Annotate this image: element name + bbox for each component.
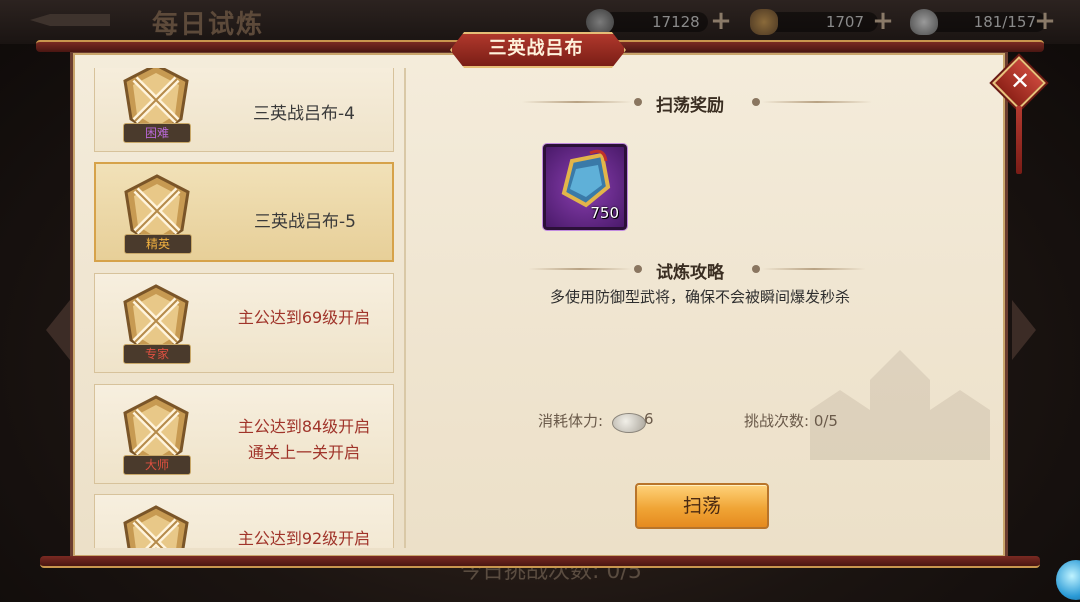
resource-stamina: 181/157 + [910, 8, 1070, 35]
stage-name: 三英战吕布-4 [253, 104, 355, 124]
prev-arrow-icon[interactable] [46, 300, 70, 360]
divider-dot [752, 98, 760, 106]
stage-item[interactable]: 主公达到92级开启 [94, 494, 394, 548]
page-title: 每日试炼 [152, 10, 265, 40]
panel-title: 三英战吕布 [488, 38, 584, 59]
add-ingot-button[interactable]: + [872, 8, 894, 34]
challenge-count: 挑战次数: 0/5 [744, 412, 838, 430]
stage-list[interactable]: 困难 三英战吕布-4 精英 三英战吕布-5 专家 主公达到69级开启 大师 主公… [78, 68, 406, 548]
stage-name: 三英战吕布-5 [254, 212, 356, 232]
divider [522, 101, 632, 103]
resource-value: 17128 [652, 13, 700, 31]
resource-value: 181/157 [973, 13, 1036, 31]
difficulty-badge: 专家 [123, 344, 191, 364]
close-icon[interactable]: ✕ [1003, 64, 1037, 98]
stamina-icon [910, 9, 938, 35]
add-coin-button[interactable]: + [710, 8, 732, 34]
resource-coin: 17128 + [586, 8, 736, 35]
stage-unlock-text: 主公达到92级开启 [237, 529, 371, 548]
crossed-swords-icon [123, 505, 189, 548]
divider [762, 268, 866, 270]
divider [762, 101, 872, 103]
cost-label: 消耗体力: [538, 412, 604, 430]
scroll-rod-bottom [40, 556, 1040, 568]
resource-ingot: 1707 + [750, 8, 900, 35]
stamina-stone-icon [612, 413, 646, 433]
difficulty-badge: 大师 [123, 455, 191, 475]
add-stamina-button[interactable]: + [1034, 8, 1056, 34]
reward-count: 750 [590, 204, 619, 222]
stage-item[interactable]: 大师 主公达到84级开启 通关上一关开启 [94, 384, 394, 484]
resource-value: 1707 [825, 13, 864, 31]
next-arrow-icon[interactable] [1012, 300, 1036, 360]
divider-dot [634, 265, 642, 273]
difficulty-badge: 精英 [124, 234, 192, 254]
back-icon[interactable] [30, 12, 110, 28]
stage-unlock-text-2: 通关上一关开启 [247, 443, 360, 462]
divider [528, 268, 632, 270]
cost-value: 6 [644, 410, 654, 428]
sweep-button[interactable]: 扫荡 [635, 483, 769, 529]
stage-item-selected[interactable]: 精英 三英战吕布-5 [94, 162, 394, 262]
strategy-heading: 试炼攻略 [656, 263, 724, 283]
stage-unlock-text: 主公达到84级开启 [237, 417, 371, 436]
divider-dot [752, 265, 760, 273]
reward-heading: 扫荡奖励 [656, 96, 724, 116]
stage-item[interactable]: 困难 三英战吕布-4 [94, 68, 394, 152]
coin-icon [586, 9, 614, 35]
stage-item[interactable]: 专家 主公达到69级开启 [94, 273, 394, 373]
divider-dot [634, 98, 642, 106]
stage-unlock-text: 主公达到69级开启 [237, 308, 371, 327]
ingot-icon [750, 9, 778, 35]
floating-orb-icon[interactable] [1056, 560, 1080, 600]
difficulty-badge: 困难 [123, 123, 191, 143]
strategy-text: 多使用防御型武将，确保不会被瞬间爆发秒杀 [549, 288, 850, 306]
tassel-decoration [1016, 106, 1022, 174]
castle-watermark [810, 350, 990, 460]
